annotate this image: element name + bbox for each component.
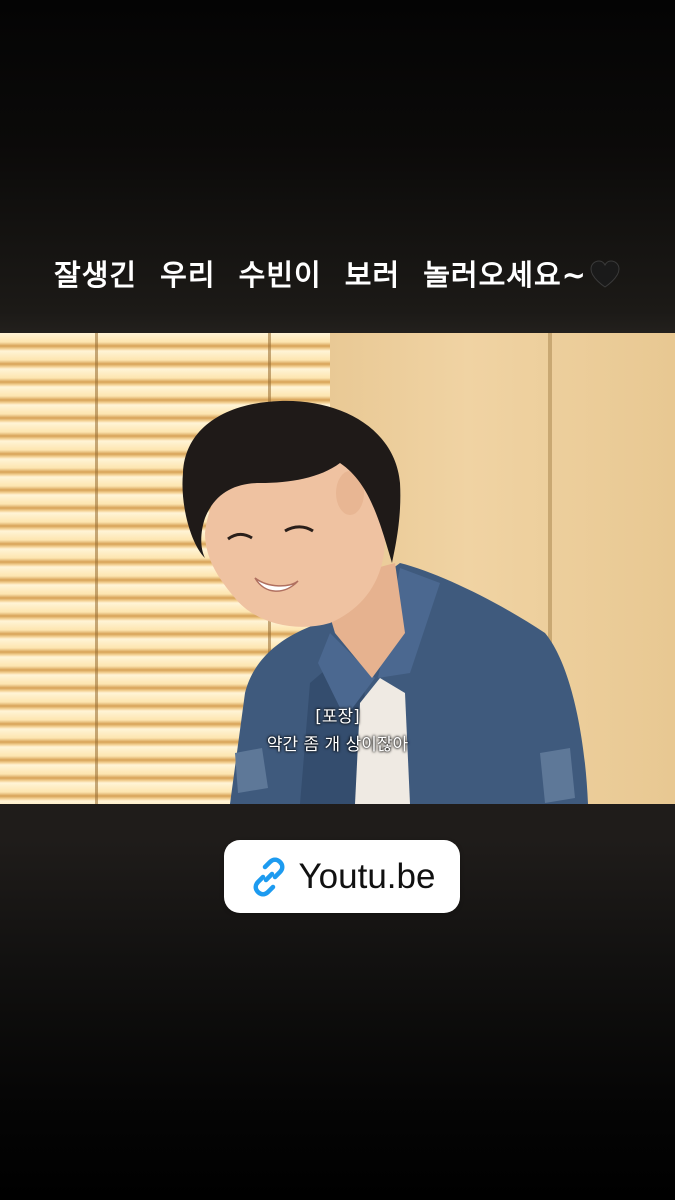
caption-text: 잘생긴 우리 수빈이 보러 놀러오세요~ <box>54 258 587 292</box>
story-background: 잘생긴 우리 수빈이 보러 놀러오세요~ [포장] 약간 좀 개 상이잖아 Yo… <box>0 0 675 1200</box>
link-icon <box>249 857 289 897</box>
video-subtitle-line2: 약간 좀 개 상이잖아 <box>266 735 409 755</box>
black-heart-icon <box>589 259 621 296</box>
link-sticker-label: Youtu.be <box>298 856 436 896</box>
link-sticker[interactable]: Youtu.be <box>224 840 460 913</box>
video-frame[interactable]: [포장] 약간 좀 개 상이잖아 <box>0 333 675 804</box>
story-caption: 잘생긴 우리 수빈이 보러 놀러오세요~ <box>0 252 675 296</box>
video-subtitle-line1: [포장] <box>315 707 360 727</box>
